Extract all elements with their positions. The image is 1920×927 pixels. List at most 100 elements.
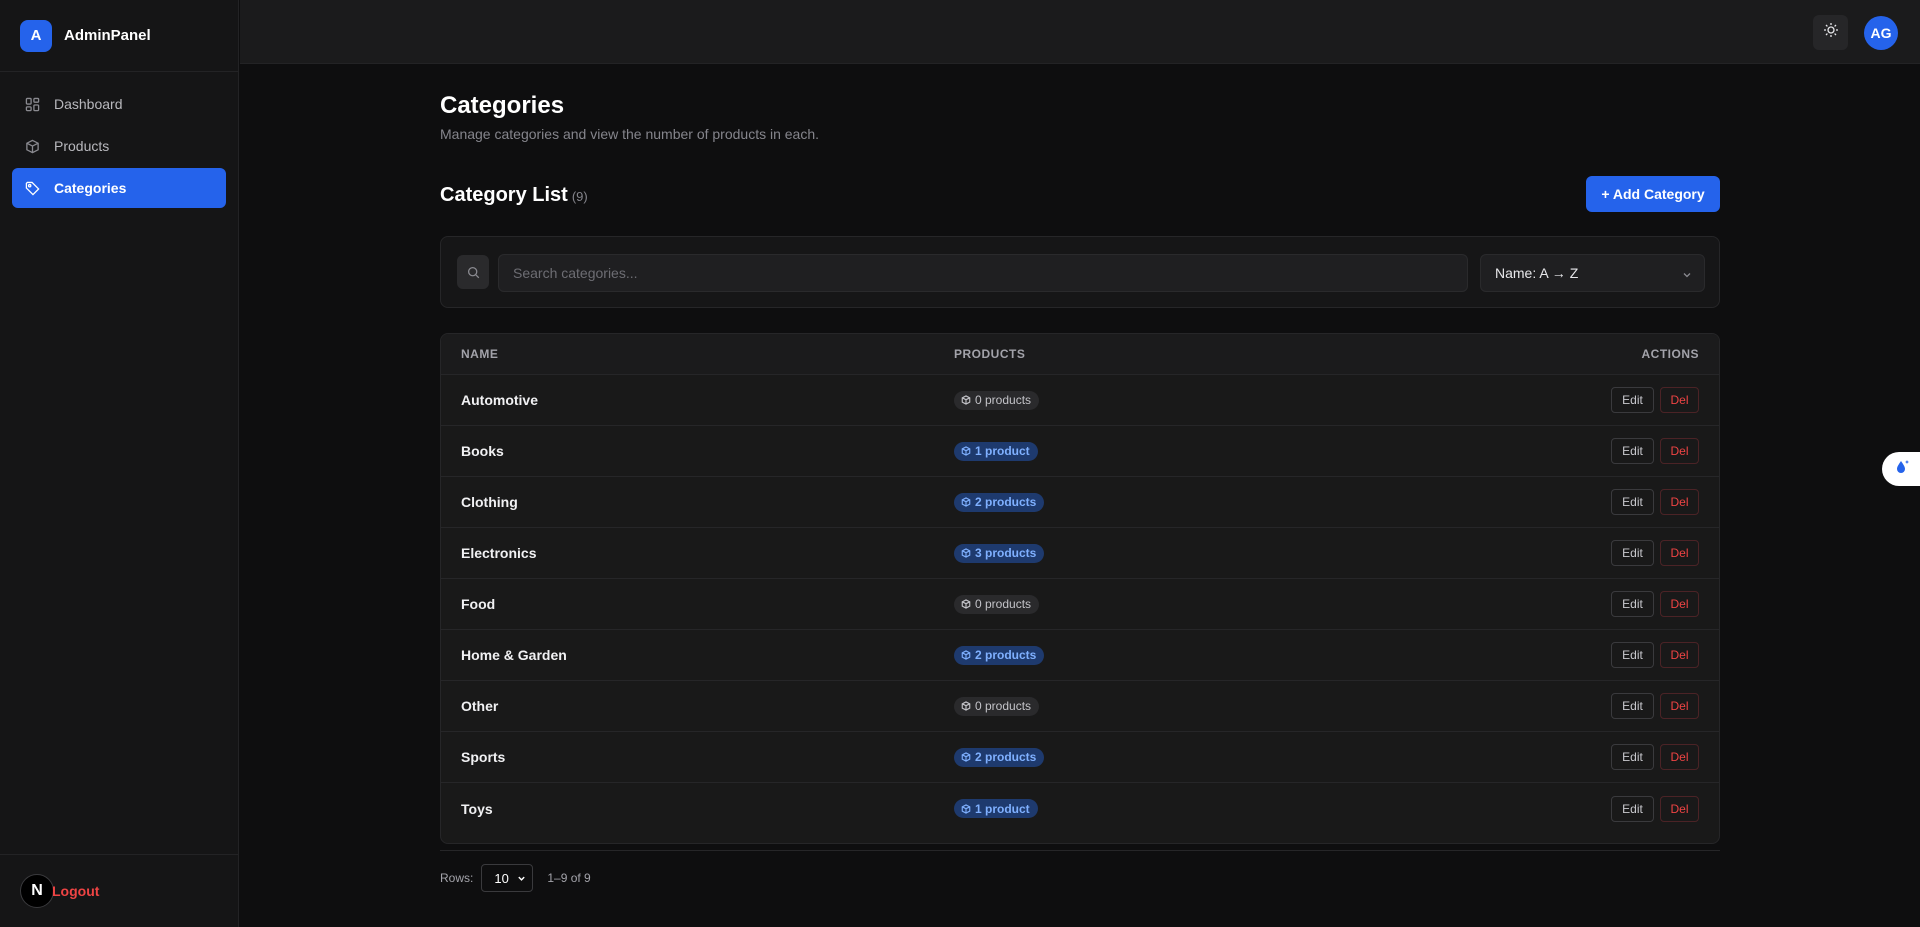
product-count: 1 product	[975, 801, 1030, 816]
product-count: 2 products	[975, 495, 1037, 509]
chevron-down-icon	[1682, 267, 1692, 283]
table-row: Electronics 3 products Edit Del	[441, 528, 1719, 579]
box-icon	[961, 497, 971, 507]
row-actions: Edit Del	[1611, 744, 1699, 770]
table-row: Home & Garden 2 products Edit Del	[441, 630, 1719, 681]
product-count: 0 products	[975, 699, 1032, 713]
filter-card: Name: A → Z	[440, 236, 1720, 308]
product-count-badge: 0 products	[954, 594, 1040, 614]
delete-button[interactable]: Del	[1660, 693, 1699, 719]
page-subtitle: Manage categories and view the number of…	[440, 126, 820, 142]
product-count-badge: 0 products	[954, 390, 1040, 410]
delete-button[interactable]: Del	[1660, 387, 1699, 413]
delete-button[interactable]: Del	[1660, 642, 1699, 668]
sidebar-item-label: Dashboard	[54, 96, 123, 112]
product-count: 1 product	[975, 444, 1030, 458]
category-name: Automotive	[461, 392, 538, 408]
delete-button[interactable]: Del	[1660, 795, 1699, 822]
rows-label: Rows:	[440, 871, 474, 885]
product-count: 0 products	[975, 597, 1032, 611]
product-count-badge: 1 product	[954, 441, 1038, 461]
table-row: Clothing 2 products Edit Del	[441, 477, 1719, 528]
pagination: Rows: 10 1–9 of 9	[440, 864, 591, 892]
theme-toggle-button[interactable]	[1813, 15, 1848, 50]
delete-button[interactable]: Del	[1660, 489, 1699, 515]
product-count-badge: 2 products	[954, 645, 1045, 665]
edit-button[interactable]: Edit	[1611, 591, 1654, 617]
table-body: Automotive 0 products Edit Del Books 1 p…	[441, 375, 1719, 834]
edit-button[interactable]: Edit	[1611, 693, 1654, 719]
sidebar-item-categories[interactable]: Categories	[12, 168, 226, 208]
sidebar-item-label: Categories	[54, 180, 127, 196]
box-icon	[961, 548, 971, 558]
rows-per-page-select[interactable]: 10	[481, 864, 534, 892]
logout-button[interactable]: Logout	[52, 883, 99, 899]
search-input[interactable]	[498, 254, 1468, 292]
box-icon	[961, 650, 971, 660]
edit-button[interactable]: Edit	[1611, 387, 1654, 413]
product-count: 2 products	[975, 648, 1037, 662]
row-actions: Edit Del	[1611, 693, 1699, 719]
categories-table: NAME PRODUCTS ACTIONS Automotive 0 produ…	[440, 333, 1720, 844]
edit-button[interactable]: Edit	[1611, 489, 1654, 515]
table-row: Books 1 product Edit Del	[441, 426, 1719, 477]
delete-button[interactable]: Del	[1660, 744, 1699, 770]
product-count: 0 products	[975, 393, 1032, 407]
row-actions: Edit Del	[1611, 387, 1699, 413]
sidebar-item-products[interactable]: Products	[12, 126, 226, 166]
header-name[interactable]: NAME	[461, 347, 498, 361]
brand[interactable]: A AdminPanel	[0, 0, 238, 72]
floating-helper-widget[interactable]	[1882, 452, 1920, 486]
product-count: 3 products	[975, 546, 1037, 560]
add-category-button[interactable]: + Add Category	[1586, 176, 1720, 212]
delete-button[interactable]: Del	[1660, 591, 1699, 617]
table-row: Food 0 products Edit Del	[441, 579, 1719, 630]
table-row: Toys 1 product Edit Del	[441, 783, 1719, 834]
product-count: 2 products	[975, 750, 1037, 764]
category-name: Clothing	[461, 494, 518, 510]
row-actions: Edit Del	[1611, 591, 1699, 617]
edit-button[interactable]: Edit	[1611, 795, 1654, 822]
category-name: Sports	[461, 749, 506, 765]
row-actions: Edit Del	[1611, 795, 1699, 822]
droplet-sparkle-icon	[1893, 458, 1911, 481]
sidebar-item-dashboard[interactable]: Dashboard	[12, 84, 226, 124]
box-icon	[961, 599, 971, 609]
row-actions: Edit Del	[1611, 642, 1699, 668]
row-actions: Edit Del	[1611, 489, 1699, 515]
tag-icon	[24, 180, 40, 196]
table-row: Other 0 products Edit Del	[441, 681, 1719, 732]
brand-name: AdminPanel	[64, 27, 151, 44]
avatar[interactable]: AG	[1864, 16, 1898, 50]
category-name: Electronics	[461, 545, 537, 561]
row-actions: Edit Del	[1611, 438, 1699, 464]
product-count-badge: 0 products	[954, 696, 1040, 716]
edit-button[interactable]: Edit	[1611, 540, 1654, 566]
header-products[interactable]: PRODUCTS	[954, 347, 1025, 361]
delete-button[interactable]: Del	[1660, 540, 1699, 566]
box-icon	[24, 138, 40, 154]
topbar: AG	[240, 0, 1920, 64]
sun-icon	[1823, 22, 1839, 43]
product-count-badge: 1 product	[954, 799, 1038, 818]
rows-value: 10	[494, 870, 509, 886]
box-icon	[961, 395, 971, 405]
edit-button[interactable]: Edit	[1611, 744, 1654, 770]
brand-logo: A	[20, 19, 52, 52]
delete-button[interactable]: Del	[1660, 438, 1699, 464]
n-badge[interactable]: N	[20, 874, 54, 908]
edit-button[interactable]: Edit	[1611, 438, 1654, 464]
row-actions: Edit Del	[1611, 540, 1699, 566]
edit-button[interactable]: Edit	[1611, 642, 1654, 668]
list-count: (9)	[571, 189, 588, 204]
category-name: Food	[461, 596, 496, 612]
dashboard-grid-icon	[24, 96, 40, 112]
sidebar-footer: N Logout	[0, 854, 239, 927]
sort-value: Name: A → Z	[1495, 265, 1579, 281]
search-icon	[457, 255, 489, 289]
category-name: Books	[461, 443, 504, 459]
sidebar: A AdminPanel Dashboard Products Categori…	[0, 0, 239, 927]
box-icon	[961, 446, 971, 456]
sort-select[interactable]: Name: A → Z	[1480, 254, 1705, 292]
box-icon	[961, 803, 971, 814]
